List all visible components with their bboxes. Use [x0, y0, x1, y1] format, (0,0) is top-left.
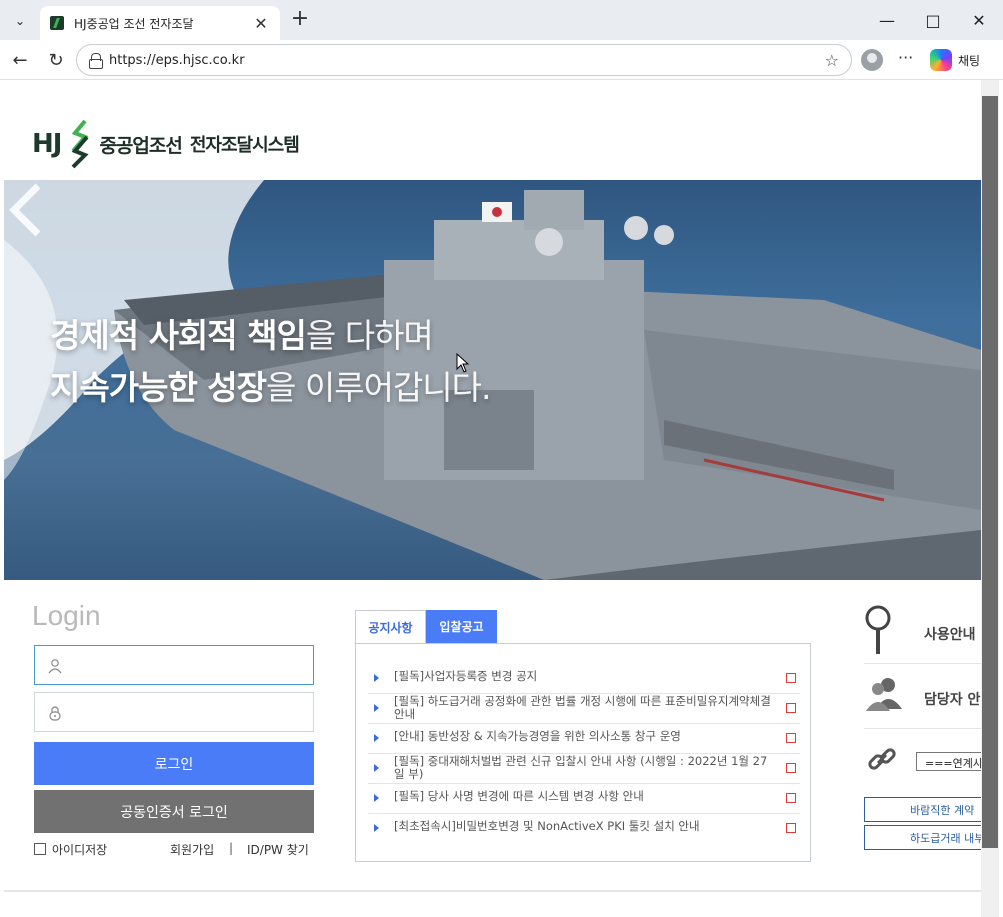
notice-title[interactable]: [필독] 중대재해처벌법 관련 신규 입찰시 안내 사항 (시행일 : 2022…	[394, 755, 774, 781]
contact-label: 담당자 안	[924, 692, 981, 708]
favorite-star-icon[interactable]: ☆	[825, 51, 839, 70]
password-field[interactable]	[34, 692, 314, 732]
save-id-checkbox[interactable]	[34, 843, 46, 855]
subcontract-internal-button[interactable]: 하도급거래 내부	[864, 825, 981, 850]
notice-title[interactable]: [최초접속시]비밀번호변경 및 NonActiveX PKI 툴킷 설치 안내	[394, 820, 774, 833]
login-options: 아이디저장 회원가입 | ID/PW 찾기	[34, 841, 314, 859]
maximize-icon[interactable]: □	[910, 6, 956, 34]
notice-new-icon	[786, 823, 796, 833]
list-item[interactable]: [최초접속시]비밀번호변경 및 NonActiveX PKI 툴킷 설치 안내	[368, 814, 800, 844]
certificate-login-button[interactable]: 공동인증서 로그인	[34, 790, 314, 833]
list-item[interactable]: [필독]사업자등록증 변경 공지	[368, 664, 800, 694]
fair-contract-button[interactable]: 바람직한 계약	[864, 797, 981, 822]
list-item[interactable]: [필독] 중대재해처벌법 관련 신규 입찰시 안내 사항 (시행일 : 2022…	[368, 754, 800, 784]
minimize-icon[interactable]: —	[864, 6, 910, 34]
notice-title[interactable]: [필독] 당사 사명 변경에 따른 시스템 변경 사항 안내	[394, 790, 774, 803]
list-item[interactable]: [필독] 하도급거래 공정화에 관한 법률 개정 시행에 따른 표준비밀유지계약…	[368, 694, 800, 724]
site-header: HJ 중공업조선 전자조달시스템	[4, 80, 981, 180]
password-input[interactable]	[73, 701, 303, 723]
logo-system-name: 전자조달시스템	[189, 135, 300, 156]
footer-divider	[4, 890, 981, 892]
link-separator: |	[229, 841, 234, 855]
user-icon	[48, 659, 62, 674]
bullet-arrow-icon	[374, 674, 379, 682]
hero-line1-rest: 을 다하며	[305, 316, 434, 355]
tab-bid-announcement[interactable]: 입찰공고	[426, 610, 497, 643]
lock-icon[interactable]	[89, 53, 103, 69]
bullet-arrow-icon	[374, 764, 379, 772]
contact-menu[interactable]: 담당자 안	[864, 665, 981, 729]
notice-title[interactable]: [필독]사업자등록증 변경 공지	[394, 670, 774, 683]
hero-line2-rest: 을 이루어갑니다.	[266, 368, 491, 407]
notice-new-icon	[786, 793, 796, 803]
bullet-arrow-icon	[374, 734, 379, 742]
link-chain-icon	[868, 748, 896, 770]
notice-new-icon	[786, 673, 796, 683]
browser-toolbar: ← ↻ https://eps.hjsc.co.kr ☆ ··· 채팅	[0, 40, 1003, 80]
mouse-cursor-icon	[456, 353, 470, 373]
user-id-input[interactable]	[73, 654, 303, 676]
bullet-arrow-icon	[374, 794, 379, 802]
url-text[interactable]: https://eps.hjsc.co.kr	[109, 53, 825, 68]
site-favicon-icon	[50, 16, 64, 30]
password-lock-icon	[49, 706, 61, 721]
tab-notice[interactable]: 공지사항	[355, 610, 426, 643]
tab-menu-chevron-icon[interactable]: ⌄	[8, 9, 32, 33]
browser-tab[interactable]: HJ중공업 조선 전자조달 ✕	[40, 6, 280, 40]
profile-avatar-icon[interactable]	[861, 49, 883, 71]
people-icon	[866, 678, 902, 711]
hero-slogan: 경제적 사회적 책임을 다하며 지속가능한 성장을 이루어갑니다.	[50, 310, 492, 414]
login-title: Login	[32, 600, 101, 631]
copilot-label: 채팅	[958, 53, 981, 68]
bullet-arrow-icon	[374, 824, 379, 832]
hero-banner: 경제적 사회적 책임을 다하며 지속가능한 성장을 이루어갑니다.	[4, 180, 981, 580]
join-link[interactable]: 회원가입	[170, 841, 214, 858]
affiliate-select[interactable]: ===연계사	[916, 752, 981, 771]
reload-icon[interactable]: ↻	[44, 48, 68, 72]
close-window-icon[interactable]: ✕	[956, 6, 1002, 34]
user-id-field[interactable]	[34, 645, 314, 685]
copilot-button[interactable]: 채팅	[930, 48, 980, 72]
guide-menu[interactable]: 사용안내	[864, 600, 981, 664]
login-button[interactable]: 로그인	[34, 742, 314, 785]
site-logo[interactable]: HJ 중공업조선 전자조달시스템	[32, 118, 300, 170]
logo-hj-text: HJ	[32, 129, 62, 159]
scrollbar-thumb[interactable]	[982, 96, 998, 848]
slider-prev-arrow-icon[interactable]	[4, 180, 48, 240]
tab-title: HJ중공업 조선 전자조달	[74, 16, 194, 31]
notice-title[interactable]: [안내] 동반성장 & 지속가능경영을 위한 의사소통 창구 운영	[394, 730, 774, 743]
notice-new-icon	[786, 733, 796, 743]
guide-label: 사용안내	[924, 627, 976, 643]
hero-line1-bold: 경제적 사회적 책임	[50, 316, 307, 355]
address-bar[interactable]: https://eps.hjsc.co.kr ☆	[76, 44, 852, 76]
copilot-icon	[930, 49, 952, 71]
list-item[interactable]: [안내] 동반성장 & 지속가능경영을 위한 의사소통 창구 운영	[368, 724, 800, 754]
notice-new-icon	[786, 763, 796, 773]
hj-logo-mark-icon	[71, 119, 89, 169]
new-tab-plus-icon[interactable]: +	[288, 8, 312, 32]
list-item[interactable]: [필독] 당사 사명 변경에 따른 시스템 변경 사항 안내	[368, 784, 800, 814]
logo-company-name: 중공업조선	[99, 134, 182, 157]
browser-tabbar: ⌄ HJ중공업 조선 전자조달 ✕ + — □ ✕	[0, 0, 1003, 40]
close-tab-icon[interactable]: ✕	[252, 14, 270, 33]
hero-line2-bold: 지속가능한 성장	[50, 368, 267, 407]
back-arrow-icon[interactable]: ←	[8, 48, 32, 72]
magnifier-icon	[865, 605, 891, 654]
bullet-arrow-icon	[374, 704, 379, 712]
more-options-icon[interactable]: ···	[898, 48, 913, 67]
page-content: HJ 중공업조선 전자조달시스템 경제적 사회적 책임을 다하며 지속가능한 성…	[4, 80, 981, 917]
find-id-pw-link[interactable]: ID/PW 찾기	[247, 841, 309, 858]
notice-new-icon	[786, 703, 796, 713]
save-id-label[interactable]: 아이디저장	[52, 841, 107, 858]
notice-list: [필독]사업자등록증 변경 공지 [필독] 하도급거래 공정화에 관한 법률 개…	[355, 643, 811, 862]
page-scrollbar[interactable]	[981, 80, 999, 917]
notice-title[interactable]: [필독] 하도급거래 공정화에 관한 법률 개정 시행에 따른 표준비밀유지계약…	[394, 695, 774, 721]
